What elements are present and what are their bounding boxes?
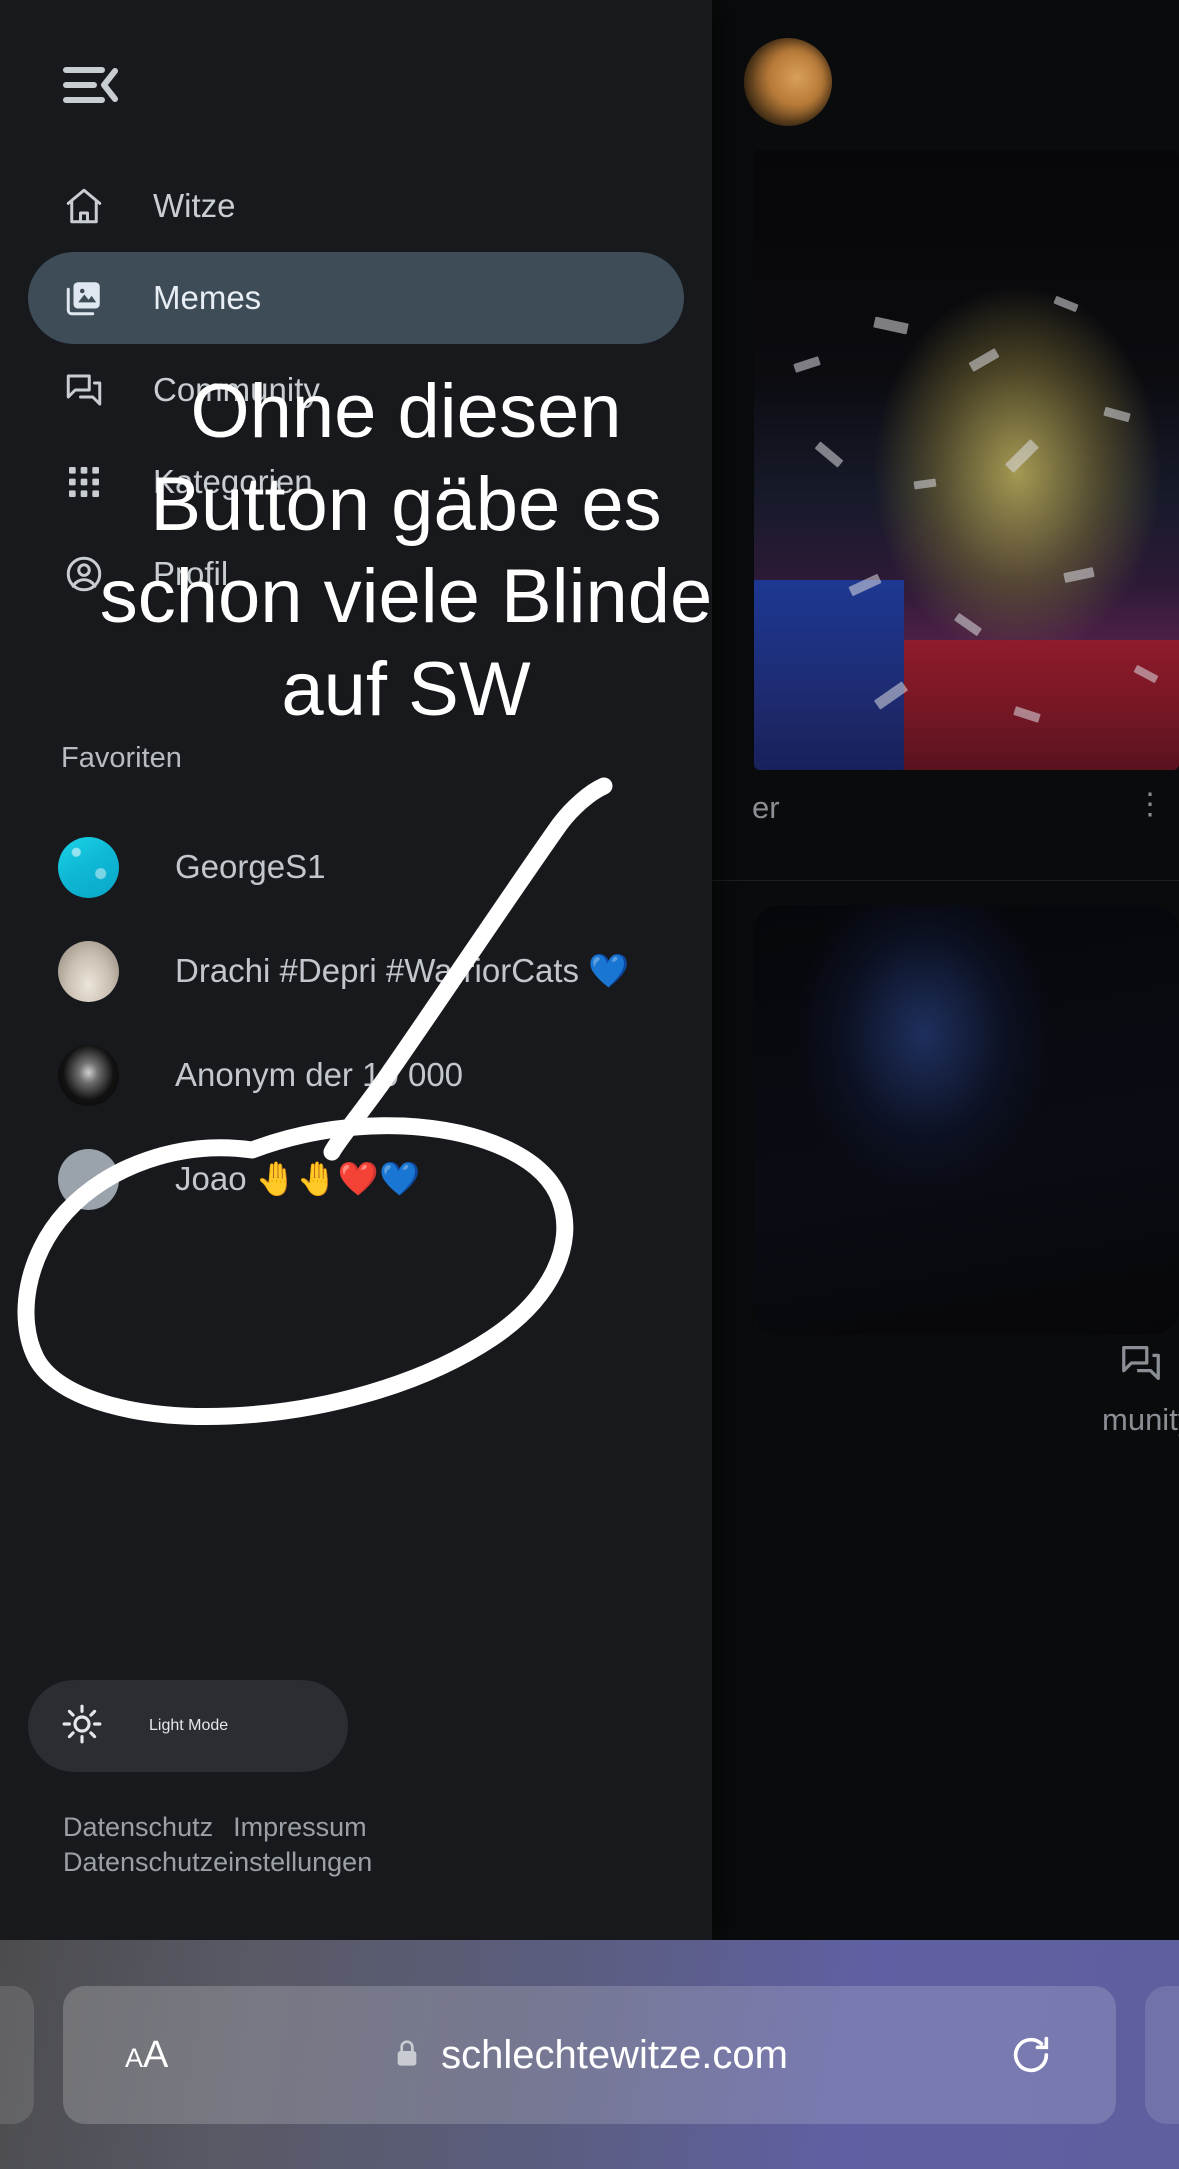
favorite-item[interactable]: Joao 🤚🤚❤️💙 xyxy=(0,1127,712,1231)
avatar xyxy=(58,836,119,898)
url-text: schlechtewitze.com xyxy=(441,2032,788,2077)
favorite-name: GeorgeS1 xyxy=(175,848,326,885)
forum-icon xyxy=(61,367,107,413)
sidebar-item-label: Memes xyxy=(153,279,262,316)
favorite-name: Anonym der 10 000 xyxy=(175,1056,464,1093)
phone-screen: er ⋮ munity xyxy=(0,0,1179,2169)
image-speck xyxy=(968,348,1000,372)
favorite-item[interactable]: Anonym der 10 000 xyxy=(0,1023,712,1127)
favorite-item[interactable]: Drachi #Depri #WarriorCats 💙 xyxy=(0,919,712,1023)
post-caption-fragment: er xyxy=(752,790,780,825)
post-image-red-region xyxy=(904,640,1179,770)
link-impressum[interactable]: Impressum xyxy=(233,1810,367,1845)
post-caption-fragment-2: munity xyxy=(1102,1402,1179,1437)
post-image-blue-region xyxy=(754,580,904,770)
favorites-heading: Favoriten xyxy=(61,742,182,774)
address-bar[interactable]: A A schlechtewitze.com xyxy=(63,1986,1116,2124)
previous-tab[interactable] xyxy=(0,1986,34,2124)
favorite-name: Drachi #Depri #WarriorCats 💙 xyxy=(175,951,630,989)
link-datenschutz[interactable]: Datenschutz xyxy=(63,1810,213,1845)
avatar xyxy=(58,940,119,1002)
kebab-menu-icon[interactable]: ⋮ xyxy=(1135,790,1165,820)
forum-icon[interactable] xyxy=(1118,1340,1164,1386)
favorite-name: Joao 🤚🤚❤️💙 xyxy=(175,1159,421,1197)
navigation-drawer: Witze Memes Community Kategorien Profil … xyxy=(0,0,712,1940)
image-speck xyxy=(1005,439,1039,473)
post-author-avatar[interactable] xyxy=(744,38,832,126)
grid-apps-icon xyxy=(61,459,107,505)
image-speck xyxy=(793,356,821,373)
sidebar-item-community[interactable]: Community xyxy=(28,344,684,436)
post-image-secondary[interactable] xyxy=(754,905,1179,1335)
menu-collapse-icon[interactable] xyxy=(63,63,121,107)
account-circle-icon xyxy=(61,551,107,597)
sidebar-item-label: Profil xyxy=(153,555,229,592)
reload-icon[interactable] xyxy=(1008,2032,1054,2078)
light-mode-label: Light Mode xyxy=(149,1717,229,1734)
feed-divider xyxy=(712,880,1179,881)
footer-links: Datenschutz Impressum Datenschutzeinstel… xyxy=(63,1810,683,1879)
next-tab[interactable] xyxy=(1145,1986,1179,2124)
image-speck xyxy=(913,478,937,490)
avatar xyxy=(58,1148,119,1210)
post-image[interactable] xyxy=(754,150,1179,770)
link-datenschutzeinstellungen[interactable]: Datenschutzeinstellungen xyxy=(63,1847,372,1877)
sidebar-item-label: Community xyxy=(153,371,320,408)
image-speck xyxy=(1063,566,1095,584)
image-speck xyxy=(1103,406,1131,423)
url-display[interactable]: schlechtewitze.com xyxy=(63,2033,1116,2078)
lock-icon xyxy=(391,2037,423,2074)
sidebar-item-kategorien[interactable]: Kategorien xyxy=(28,436,684,528)
light-mode-toggle[interactable]: Light Mode xyxy=(28,1680,348,1772)
home-icon xyxy=(61,183,107,229)
sidebar-item-label: Kategorien xyxy=(153,463,313,500)
image-speck xyxy=(953,612,983,637)
sun-icon xyxy=(61,1703,103,1750)
avatar xyxy=(58,1044,119,1106)
primary-nav: Witze Memes Community Kategorien Profil xyxy=(0,160,712,620)
image-speck xyxy=(873,316,909,335)
image-speck xyxy=(1053,295,1079,313)
sidebar-item-profil[interactable]: Profil xyxy=(28,528,684,620)
sidebar-item-label: Witze xyxy=(153,187,236,224)
image-speck xyxy=(814,441,844,468)
favorite-item[interactable]: GeorgeS1 xyxy=(0,815,712,919)
sidebar-item-witze[interactable]: Witze xyxy=(28,160,684,252)
background-feed: er ⋮ munity xyxy=(712,0,1179,1940)
favorites-list: GeorgeS1 Drachi #Depri #WarriorCats 💙 An… xyxy=(0,815,712,1231)
browser-toolbar: A A schlechtewitze.com xyxy=(0,1940,1179,2169)
image-icon xyxy=(61,275,107,321)
sidebar-item-memes[interactable]: Memes xyxy=(28,252,684,344)
